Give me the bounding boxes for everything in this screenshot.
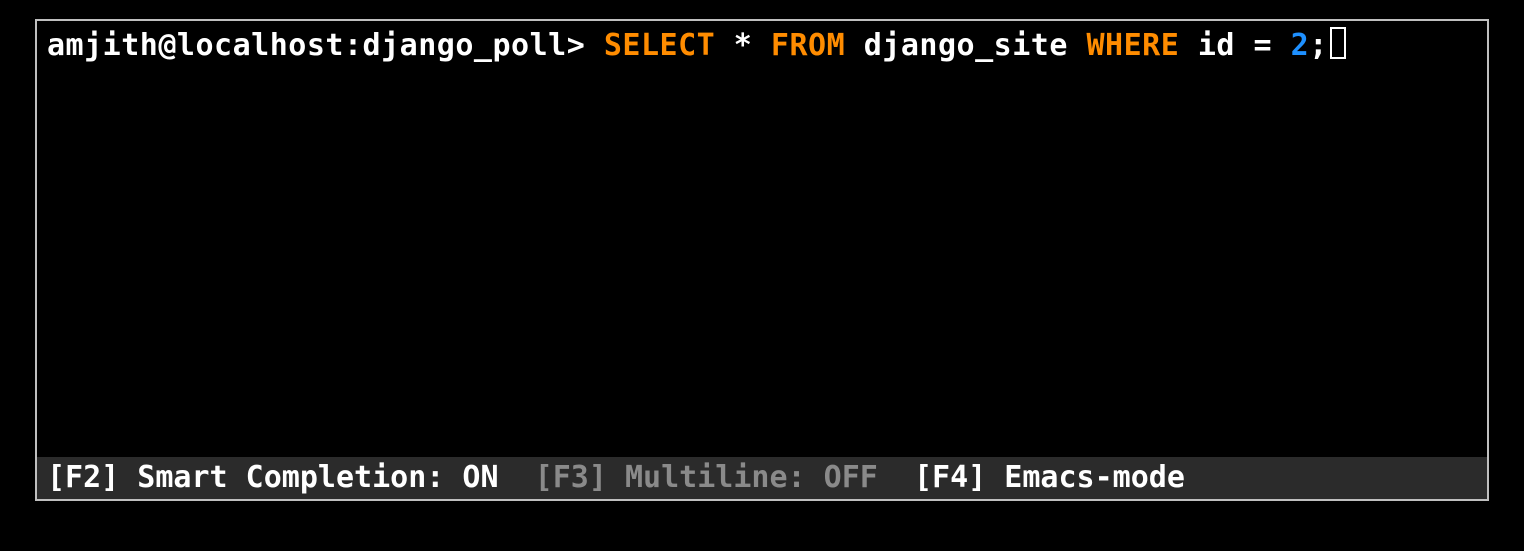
status-f3-key[interactable]: [F3] (535, 459, 607, 497)
sql-token (1235, 28, 1254, 63)
terminal-body[interactable]: amjith@localhost:django_poll> SELECT * F… (37, 21, 1487, 457)
sql-token (752, 28, 771, 63)
sql-token: 2 (1291, 28, 1310, 63)
sql-input[interactable]: SELECT * FROM django_site WHERE id = 2; (604, 28, 1328, 63)
sql-token (1068, 28, 1087, 63)
status-f2-key[interactable]: [F2] (47, 459, 119, 497)
prompt: amjith@localhost:django_poll> (47, 28, 604, 63)
sql-token (845, 28, 864, 63)
sql-token: FROM (771, 28, 845, 63)
sql-token: * (734, 28, 753, 63)
sql-token: django_site (864, 28, 1068, 63)
sql-token: ; (1309, 28, 1328, 63)
status-f3-label: Multiline: OFF (607, 459, 914, 497)
sql-token (715, 28, 734, 63)
status-f4-key[interactable]: [F4] (914, 459, 986, 497)
cursor (1330, 27, 1346, 59)
sql-token (1272, 28, 1291, 63)
sql-token: SELECT (604, 28, 715, 63)
terminal-window: amjith@localhost:django_poll> SELECT * F… (35, 19, 1489, 501)
sql-token: id (1198, 28, 1235, 63)
sql-token (1179, 28, 1198, 63)
status-bar: [F2] Smart Completion: ON [F3] Multiline… (37, 457, 1487, 499)
status-f4-label: Emacs-mode (986, 459, 1185, 497)
sql-token: = (1254, 28, 1273, 63)
sql-token: WHERE (1086, 28, 1179, 63)
status-f2-label: Smart Completion: ON (119, 459, 534, 497)
